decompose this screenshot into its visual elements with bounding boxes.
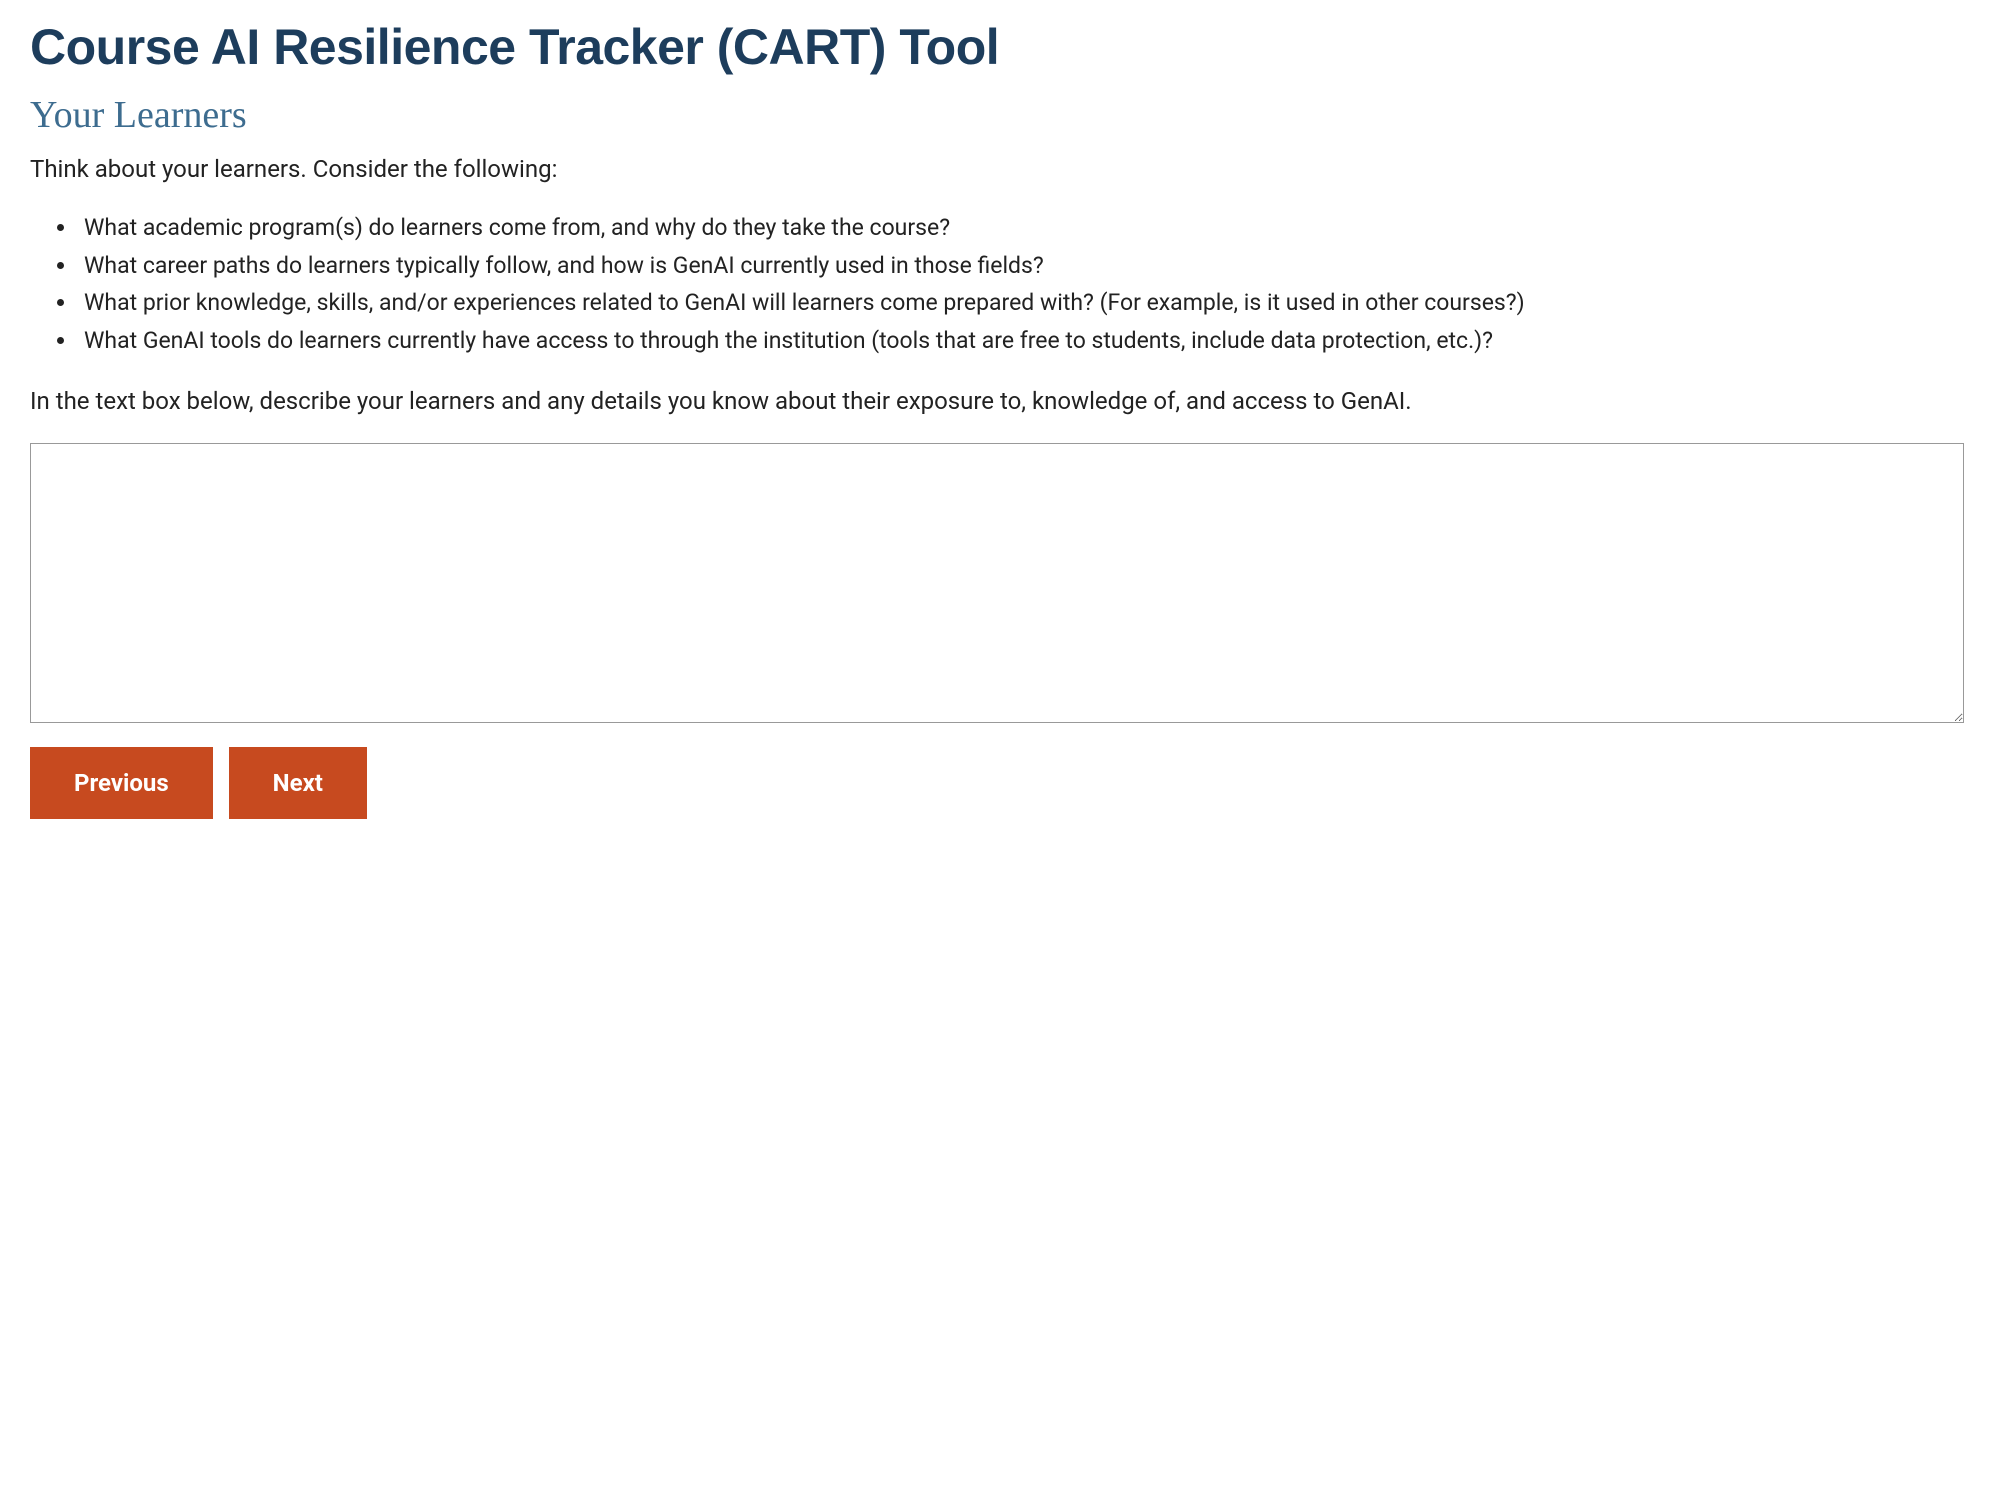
- page-title: Course AI Resilience Tracker (CART) Tool: [30, 20, 1964, 75]
- next-button[interactable]: Next: [229, 747, 367, 819]
- list-item: What prior knowledge, skills, and/or exp…: [78, 285, 1964, 321]
- section-title: Your Learners: [30, 93, 1964, 139]
- nav-button-row: Previous Next: [30, 747, 1964, 819]
- list-item: What career paths do learners typically …: [78, 248, 1964, 284]
- list-item: What GenAI tools do learners currently h…: [78, 323, 1964, 359]
- intro-paragraph: Think about your learners. Consider the …: [30, 153, 1964, 187]
- instruction-paragraph: In the text box below, describe your lea…: [30, 383, 1964, 419]
- learners-description-input[interactable]: [30, 443, 1964, 723]
- previous-button[interactable]: Previous: [30, 747, 213, 819]
- list-item: What academic program(s) do learners com…: [78, 210, 1964, 246]
- considerations-list: What academic program(s) do learners com…: [78, 210, 1964, 359]
